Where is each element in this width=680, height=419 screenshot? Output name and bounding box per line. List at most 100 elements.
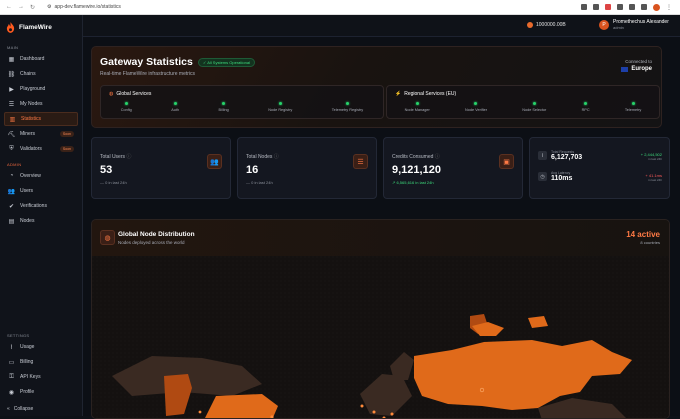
total-nodes-value: 16 bbox=[246, 164, 258, 176]
activity-icon: ⌇ bbox=[8, 344, 15, 351]
sidebar-item-overview[interactable]: ◔Overview bbox=[4, 169, 78, 183]
total-requests-delta: + 2,444,502 in last 24h bbox=[641, 152, 662, 161]
total-nodes-label: Total Nodes ⓘ bbox=[246, 153, 279, 160]
status-dot-icon bbox=[632, 102, 635, 105]
sidebar-item-playground[interactable]: ▶Playground bbox=[4, 82, 78, 96]
info-icon[interactable]: ⓘ bbox=[435, 154, 440, 160]
sidebar-item-chains[interactable]: ⛓Chains bbox=[4, 67, 78, 81]
info-icon[interactable]: ⓘ bbox=[274, 154, 279, 160]
collapse-button[interactable]: « Collapse bbox=[7, 406, 33, 412]
cast-icon[interactable] bbox=[581, 4, 587, 10]
sidebar-item-label: Overview bbox=[20, 173, 41, 179]
total-requests-row: ⌇ Total Requests 6,127,703 bbox=[538, 150, 582, 161]
user-role: admin bbox=[613, 25, 669, 30]
status-badge: ✓ All Systems Operational bbox=[198, 58, 255, 67]
user-menu[interactable]: P Promethechus Alexander admin bbox=[599, 19, 669, 30]
status-dot-icon bbox=[533, 102, 536, 105]
sidebar-item-nodes[interactable]: ▤ Nodes bbox=[4, 214, 78, 228]
global-services-title: Global Services bbox=[116, 91, 151, 97]
requests-latency-card: ⌇ Total Requests 6,127,703 + 2,444,502 i… bbox=[529, 137, 670, 199]
service-name: RPC bbox=[582, 108, 590, 112]
status-dot-icon bbox=[416, 102, 419, 105]
check-icon: ✔ bbox=[8, 203, 15, 210]
wallet-icon: ▣ bbox=[499, 154, 514, 169]
sidebar-item-usage[interactable]: ⌇ Usage bbox=[4, 340, 78, 354]
sidebar-item-label: Dashboard bbox=[20, 56, 44, 62]
extension-icon[interactable] bbox=[617, 4, 623, 10]
node-marker bbox=[199, 411, 202, 414]
sidebar-item-billing[interactable]: ▭Billing bbox=[4, 355, 78, 369]
sidebar-item-api-keys[interactable]: ⚿API Keys bbox=[4, 370, 78, 384]
sidebar-item-my-nodes[interactable]: ☰My Nodes bbox=[4, 97, 78, 111]
service-name: Node Selector bbox=[522, 108, 546, 112]
world-map[interactable] bbox=[92, 256, 670, 419]
back-icon[interactable]: ← bbox=[6, 4, 12, 11]
credits-consumed-label: Credits Consumed ⓘ bbox=[392, 153, 440, 160]
service-name: Node Verifier bbox=[465, 108, 487, 112]
sidebar-item-verifications[interactable]: ✔Verifications bbox=[4, 199, 78, 213]
info-icon[interactable]: ⓘ bbox=[126, 154, 131, 160]
sidebar-item-statistics[interactable]: ▥ Statistics bbox=[4, 112, 78, 126]
node-icon: ▤ bbox=[8, 218, 15, 225]
play-icon: ▶ bbox=[8, 86, 15, 93]
sidebar-item-dashboard[interactable]: ▦ Dashboard bbox=[4, 52, 78, 66]
avg-latency-row: ◷ Avg Latency 110ms bbox=[538, 171, 572, 182]
service-status-item: RPC bbox=[582, 102, 590, 112]
brand[interactable]: FlameWire bbox=[0, 15, 82, 39]
forward-icon[interactable]: → bbox=[18, 4, 24, 11]
sidebar-item-users[interactable]: 👥Users bbox=[4, 184, 78, 198]
service-status-item: Node Manager bbox=[405, 102, 430, 112]
extension-icon[interactable] bbox=[629, 4, 635, 10]
soon-badge: Soon bbox=[60, 131, 74, 137]
total-nodes-delta: — 0 in last 24h bbox=[246, 180, 273, 185]
section-label-main: MAIN bbox=[7, 45, 82, 50]
service-name: Telemetry bbox=[625, 108, 641, 112]
gmail-extension-icon[interactable] bbox=[605, 4, 611, 10]
address-bar[interactable]: ⚙ app-dev.flamewire.io/statistics bbox=[47, 4, 121, 10]
site-info-icon[interactable]: ⚙ bbox=[47, 4, 51, 10]
sidebar-item-label: Usage bbox=[20, 344, 34, 350]
sidebar-item-label: Statistics bbox=[21, 116, 41, 122]
status-dot-icon bbox=[474, 102, 477, 105]
service-name: Node Manager bbox=[405, 108, 430, 112]
total-users-delta: — 0 in last 24h bbox=[100, 180, 127, 185]
main-content: Gateway Statistics ✓ All Systems Operati… bbox=[83, 37, 680, 416]
sidebar: FlameWire MAIN ▦ Dashboard ⛓Chains▶Playgro… bbox=[0, 15, 83, 416]
sidebar-item-miners[interactable]: ⛏ Miners Soon bbox=[4, 127, 78, 141]
countries-count: 8 countries bbox=[640, 240, 660, 245]
reload-icon[interactable]: ↻ bbox=[30, 4, 35, 11]
profile-avatar-icon[interactable] bbox=[653, 4, 660, 11]
service-name: Billing bbox=[219, 108, 229, 112]
card-icon: ▭ bbox=[8, 359, 15, 366]
service-status-item: Telemetry Registry bbox=[332, 102, 363, 112]
total-requests-value: 6,127,703 bbox=[551, 154, 582, 161]
credits-consumed-value: 9,121,120 bbox=[392, 164, 441, 176]
chart-icon: ▥ bbox=[9, 116, 16, 123]
grid-icon: ▦ bbox=[8, 56, 15, 63]
bolt-icon: ⚡ bbox=[395, 91, 401, 97]
sidebar-item-label: Nodes bbox=[20, 218, 34, 224]
brand-name: FlameWire bbox=[19, 24, 52, 31]
bookmark-icon[interactable] bbox=[593, 4, 599, 10]
sidebar-item-validators[interactable]: ⛨ValidatorsSoon bbox=[4, 142, 78, 156]
total-nodes-card: Total Nodes ⓘ 16 — 0 in last 24h ☰ bbox=[237, 137, 377, 199]
gateway-hero: Gateway Statistics ✓ All Systems Operati… bbox=[91, 46, 662, 128]
menu-icon[interactable]: ⋮ bbox=[666, 4, 672, 11]
miner-icon: ⛏ bbox=[8, 131, 15, 138]
collapse-label: Collapse bbox=[14, 406, 33, 412]
puzzle-icon[interactable] bbox=[641, 4, 647, 10]
service-status-item: Billing bbox=[219, 102, 229, 112]
global-node-distribution-card: ◍ Global Node Distribution Nodes deploye… bbox=[91, 219, 670, 419]
top-bar: 1000000.00B P Promethechus Alexander adm… bbox=[83, 15, 680, 37]
sidebar-item-label: Users bbox=[20, 188, 33, 194]
sidebar-item-label: API Keys bbox=[20, 374, 41, 380]
activity-icon: ⌇ bbox=[538, 151, 547, 160]
browser-toolbar: ← → ↻ ⚙ app-dev.flamewire.io/statistics … bbox=[0, 0, 680, 15]
status-dot-icon bbox=[222, 102, 225, 105]
sidebar-item-label: Miners bbox=[20, 131, 35, 137]
sidebar-item-profile[interactable]: ◉Profile bbox=[4, 385, 78, 399]
flame-logo-icon bbox=[6, 22, 15, 33]
credits-balance[interactable]: 1000000.00B bbox=[527, 22, 566, 28]
link-icon: ⛓ bbox=[8, 71, 15, 78]
status-dot-icon bbox=[174, 102, 177, 105]
